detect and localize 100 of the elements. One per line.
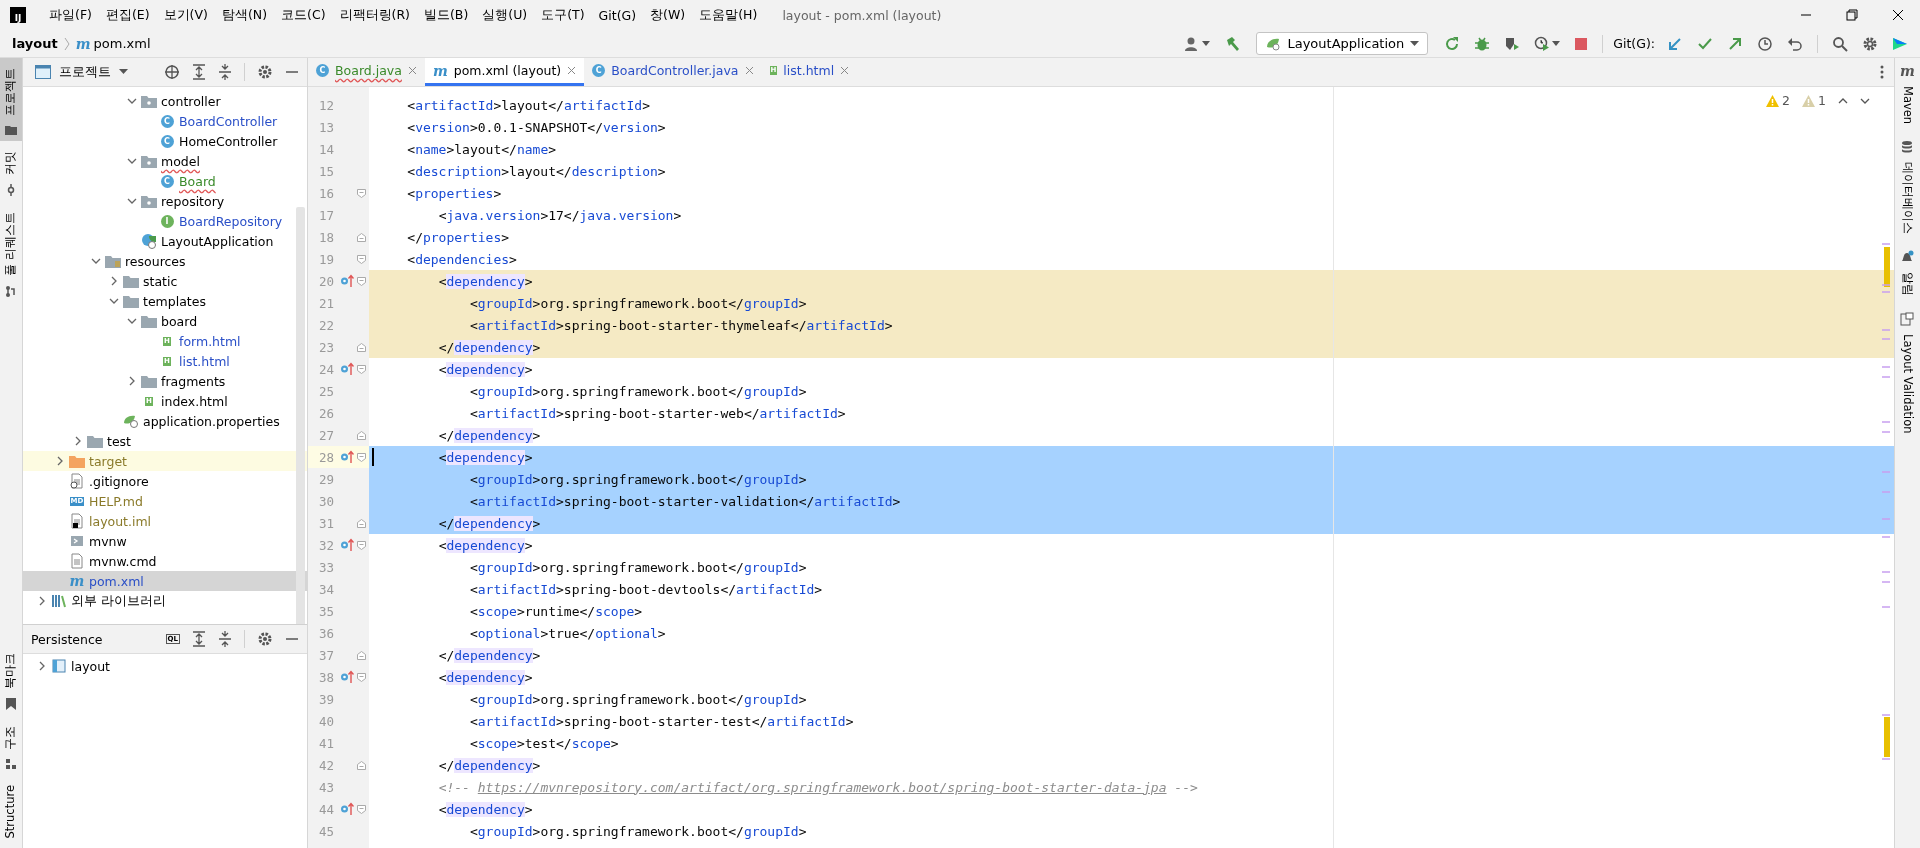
tree-item[interactable]: static xyxy=(23,271,307,291)
chevron-up-icon[interactable] xyxy=(1838,97,1848,104)
menu-item[interactable]: 창(W) xyxy=(643,6,693,24)
tool-window-button[interactable]: Structure xyxy=(0,774,22,848)
fold-marker-icon[interactable] xyxy=(357,540,366,550)
chevron-down-icon[interactable] xyxy=(1860,97,1870,104)
menu-item[interactable]: 리팩터링(R) xyxy=(332,6,417,24)
expand-all-icon[interactable] xyxy=(192,631,206,647)
tool-window-button[interactable]: 커밋 xyxy=(0,141,22,202)
fold-marker-icon[interactable] xyxy=(357,276,366,286)
menu-item[interactable]: 파일(F) xyxy=(42,6,99,24)
tree-item[interactable]: target xyxy=(23,451,307,471)
editor-tab[interactable]: C BoardController.java xyxy=(584,58,762,86)
fold-marker-icon[interactable] xyxy=(357,232,366,242)
tree-item[interactable]: fragments xyxy=(23,371,307,391)
tree-item[interactable]: 외부 라이브러리 xyxy=(23,591,307,611)
chevron-down-icon[interactable] xyxy=(127,318,137,324)
breadcrumb-project[interactable]: layout xyxy=(12,36,58,51)
override-marker-icon[interactable] xyxy=(340,670,354,684)
chevron-right-icon[interactable] xyxy=(75,436,81,446)
clock-icon[interactable] xyxy=(1757,35,1773,52)
stop-icon[interactable] xyxy=(1574,36,1589,51)
fold-marker-icon[interactable] xyxy=(357,650,366,660)
override-marker-icon[interactable] xyxy=(340,538,354,552)
collapse-all-icon[interactable] xyxy=(218,631,232,647)
fold-marker-icon[interactable] xyxy=(357,760,366,770)
chevron-right-icon[interactable] xyxy=(111,276,117,286)
menu-item[interactable]: 보기(V) xyxy=(156,6,215,24)
settings-icon[interactable] xyxy=(257,64,273,80)
tree-item[interactable]: model xyxy=(23,151,307,171)
fold-marker-icon[interactable] xyxy=(357,452,366,462)
caret-icon[interactable] xyxy=(1552,40,1561,47)
collapse-all-icon[interactable] xyxy=(218,64,232,80)
inspection-count[interactable]: 1 xyxy=(1802,93,1826,108)
tool-window-button[interactable]: 데이터베이스 xyxy=(1898,134,1917,245)
editor-tab[interactable]: C Board.java xyxy=(308,58,425,86)
tree-item[interactable]: mvnw.cmd xyxy=(23,551,307,571)
search-icon[interactable] xyxy=(1832,35,1848,52)
tree-item[interactable]: m pom.xml xyxy=(23,571,307,591)
tree-item[interactable]: repository xyxy=(23,191,307,211)
tree-item[interactable]: resources xyxy=(23,251,307,271)
settings-icon[interactable] xyxy=(1862,35,1878,52)
chevron-down-icon[interactable] xyxy=(109,298,119,304)
bug-icon[interactable] xyxy=(1474,35,1491,52)
fold-marker-icon[interactable] xyxy=(357,672,366,682)
override-marker-icon[interactable] xyxy=(340,450,354,464)
override-marker-icon[interactable] xyxy=(340,802,354,816)
project-view-selector[interactable]: 프로젝트 xyxy=(31,63,128,81)
breadcrumb-file[interactable]: m pom.xml xyxy=(75,36,151,51)
fold-marker-icon[interactable] xyxy=(357,342,366,352)
more-icon[interactable] xyxy=(1880,65,1884,79)
hammer-icon[interactable] xyxy=(1224,35,1241,52)
menu-item[interactable]: 편집(E) xyxy=(98,6,157,24)
expand-all-icon[interactable] xyxy=(192,64,206,80)
arrow-up-right-icon[interactable] xyxy=(1727,35,1743,52)
locate-icon[interactable] xyxy=(164,64,180,80)
editor-tab[interactable]: m pom.xml (layout) xyxy=(424,58,585,86)
fold-marker-icon[interactable] xyxy=(357,364,366,374)
tree-item[interactable]: test xyxy=(23,431,307,451)
caret-icon[interactable] xyxy=(1202,40,1211,47)
menu-item[interactable]: 탐색(N) xyxy=(214,6,275,24)
tree-item[interactable]: layout.iml xyxy=(23,511,307,531)
tree-item[interactable]: mvnw xyxy=(23,531,307,551)
fold-marker-icon[interactable] xyxy=(357,518,366,528)
tool-window-button[interactable]: 풀 리퀘스트 xyxy=(0,202,22,303)
tree-item[interactable]: C Board xyxy=(23,171,307,191)
tree-item[interactable]: controller xyxy=(23,91,307,111)
menu-item[interactable]: 도구(T) xyxy=(534,6,592,24)
clock-run-icon[interactable] xyxy=(1534,35,1551,52)
tool-window-button[interactable]: 알림 xyxy=(1898,244,1917,307)
scrollbar-thumb[interactable] xyxy=(296,207,305,624)
tool-window-button[interactable]: Layout Validation xyxy=(1898,306,1917,444)
override-marker-icon[interactable] xyxy=(340,362,354,376)
chevron-down-icon[interactable] xyxy=(91,258,101,264)
tool-window-button[interactable]: 북마크 xyxy=(0,642,22,716)
chevron-right-icon[interactable] xyxy=(39,661,45,671)
override-marker-icon[interactable] xyxy=(340,274,354,288)
tree-item[interactable]: layout xyxy=(23,656,307,676)
menu-item[interactable]: 코드(C) xyxy=(274,6,333,24)
tool-window-button[interactable]: m Maven xyxy=(1898,58,1917,135)
fold-marker-icon[interactable] xyxy=(357,430,366,440)
chevron-right-icon[interactable] xyxy=(39,596,45,606)
tree-item[interactable]: application.properties xyxy=(23,411,307,431)
tree-item[interactable]: C BoardController xyxy=(23,111,307,131)
close-icon[interactable] xyxy=(1892,9,1904,21)
fold-marker-icon[interactable] xyxy=(357,804,366,814)
tree-item[interactable]: templates xyxy=(23,291,307,311)
shield-run-icon[interactable] xyxy=(1504,35,1521,52)
chevron-down-icon[interactable] xyxy=(127,158,137,164)
run-config-dropdown[interactable]: LayoutApplication xyxy=(1256,32,1429,55)
settings-icon[interactable] xyxy=(257,631,273,647)
tree-item[interactable]: board xyxy=(23,311,307,331)
tree-item[interactable]: I BoardRepository xyxy=(23,211,307,231)
tree-item[interactable]: .gitignore xyxy=(23,471,307,491)
inspection-count[interactable]: 2 xyxy=(1766,93,1791,108)
chevron-down-icon[interactable] xyxy=(127,198,137,204)
menu-item[interactable]: 빌드(B) xyxy=(416,6,476,24)
menu-item[interactable]: Git(G) xyxy=(591,7,644,23)
fold-marker-icon[interactable] xyxy=(357,254,366,264)
chevron-right-icon[interactable] xyxy=(129,376,135,386)
